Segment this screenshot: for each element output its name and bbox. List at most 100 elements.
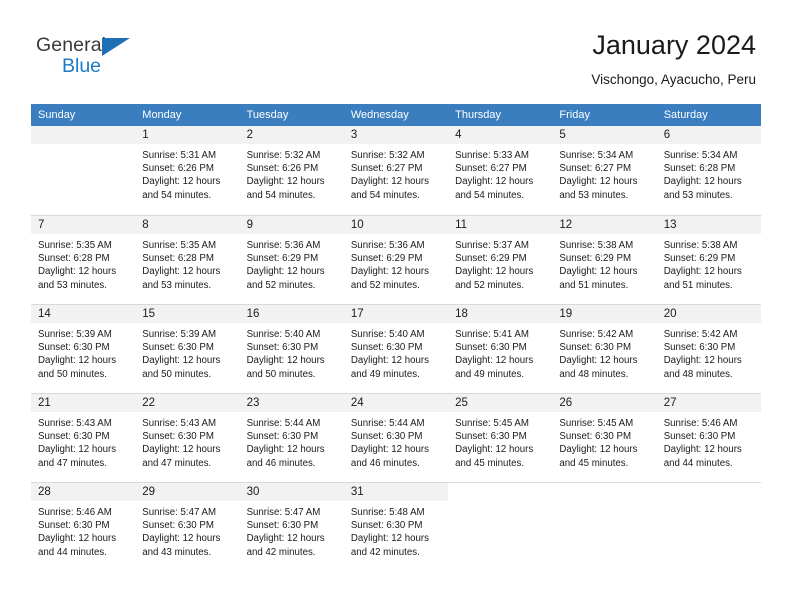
daylight-text-line2: and 42 minutes. (246, 546, 316, 558)
day-details: Sunrise: 5:47 AM Sunset: 6:30 PM Daylight:… (135, 501, 239, 559)
sunrise-text: Sunrise: 5:45 AM (455, 418, 529, 429)
day-number: 13 (656, 216, 761, 234)
sunset-text: Sunset: 6:30 PM (246, 342, 319, 354)
calendar-day-cell[interactable]: 5 Sunrise: 5:34 AM Sunset: 6:27 PM Daylight… (552, 126, 657, 215)
sunrise-text: Sunrise: 5:46 AM (38, 507, 112, 518)
day-details: Sunrise: 5:41 AM Sunset: 6:30 PM Daylight:… (448, 323, 552, 381)
day-number: 3 (343, 126, 449, 144)
daylight-text-line2: and 48 minutes. (663, 368, 733, 380)
day-number (657, 483, 761, 501)
daylight-text-line2: and 46 minutes. (350, 457, 420, 469)
sunset-text: Sunset: 6:28 PM (142, 253, 214, 265)
daylight-text-line1: Daylight: 12 hours (246, 355, 325, 367)
calendar-day-cell[interactable]: 29 Sunrise: 5:47 AM Sunset: 6:30 PM Dayligh… (135, 483, 240, 571)
daylight-text-line1: Daylight: 12 hours (455, 176, 534, 188)
day-details: Sunrise: 5:31 AM Sunset: 6:26 PM Daylight:… (135, 144, 239, 202)
daylight-text-line1: Daylight: 12 hours (350, 176, 429, 188)
day-details: Sunrise: 5:42 AM Sunset: 6:30 PM Daylight:… (552, 323, 656, 381)
day-details: Sunrise: 5:45 AM Sunset: 6:30 PM Daylight:… (448, 412, 552, 470)
sunrise-text: Sunrise: 5:48 AM (350, 507, 425, 518)
sunrise-text: Sunrise: 5:38 AM (663, 240, 738, 251)
sunrise-text: Sunrise: 5:39 AM (142, 329, 217, 340)
calendar-day-cell[interactable]: 9 Sunrise: 5:36 AM Sunset: 6:29 PM Daylight… (239, 216, 344, 304)
sunrise-text: Sunrise: 5:33 AM (455, 150, 529, 161)
calendar-day-cell[interactable]: 26 Sunrise: 5:45 AM Sunset: 6:30 PM Dayligh… (552, 394, 657, 482)
daylight-text-line1: Daylight: 12 hours (38, 266, 117, 278)
sunrise-text: Sunrise: 5:47 AM (142, 507, 217, 518)
calendar-day-cell[interactable]: 13 Sunrise: 5:38 AM Sunset: 6:29 PM Dayligh… (656, 216, 761, 304)
day-details: Sunrise: 5:44 AM Sunset: 6:30 PM Daylight:… (240, 412, 344, 470)
daylight-text-line1: Daylight: 12 hours (38, 533, 117, 545)
page-header: General Blue January 2024 Vischongo, Aya… (0, 0, 792, 100)
sunrise-text: Sunrise: 5:32 AM (246, 150, 321, 161)
day-number: 16 (239, 305, 344, 323)
calendar-week-row: 14 Sunrise: 5:39 AM Sunset: 6:30 PM Dayligh… (31, 304, 761, 393)
daylight-text-line1: Daylight: 12 hours (350, 533, 429, 545)
daylight-text-line1: Daylight: 12 hours (455, 355, 534, 367)
sunset-text: Sunset: 6:29 PM (559, 253, 632, 265)
daylight-text-line1: Daylight: 12 hours (246, 266, 325, 278)
calendar-day-cell[interactable]: 8 Sunrise: 5:35 AM Sunset: 6:28 PM Daylight… (135, 216, 240, 304)
calendar-day-cell[interactable]: 2 Sunrise: 5:32 AM Sunset: 6:26 PM Daylight… (239, 126, 344, 215)
sunrise-text: Sunrise: 5:43 AM (38, 418, 112, 429)
sunset-text: Sunset: 6:30 PM (350, 520, 423, 532)
calendar-day-cell[interactable]: 11 Sunrise: 5:37 AM Sunset: 6:29 PM Dayligh… (448, 216, 553, 304)
sunrise-text: Sunrise: 5:47 AM (246, 507, 321, 518)
page-subtitle-location: Vischongo, Ayacucho, Peru (591, 72, 756, 87)
daylight-text-line1: Daylight: 12 hours (246, 444, 325, 456)
calendar-day-cell[interactable]: 14 Sunrise: 5:39 AM Sunset: 6:30 PM Dayligh… (31, 305, 136, 393)
calendar-day-cell[interactable]: 3 Sunrise: 5:32 AM Sunset: 6:27 PM Daylight… (343, 126, 449, 215)
calendar-day-cell[interactable]: 18 Sunrise: 5:41 AM Sunset: 6:30 PM Dayligh… (448, 305, 553, 393)
day-number (552, 483, 656, 501)
calendar-day-cell[interactable]: 17 Sunrise: 5:40 AM Sunset: 6:30 PM Dayligh… (343, 305, 449, 393)
day-number: 12 (552, 216, 657, 234)
sunrise-text: Sunrise: 5:34 AM (559, 150, 634, 161)
calendar-day-cell[interactable]: 28 Sunrise: 5:46 AM Sunset: 6:30 PM Dayligh… (31, 483, 136, 571)
daylight-text-line1: Daylight: 12 hours (663, 266, 742, 278)
daylight-text-line2: and 54 minutes. (455, 189, 525, 201)
sunrise-text: Sunrise: 5:40 AM (350, 329, 425, 340)
calendar-day-cell[interactable]: 6 Sunrise: 5:34 AM Sunset: 6:28 PM Daylight… (656, 126, 761, 215)
sunset-text: Sunset: 6:28 PM (663, 163, 736, 175)
day-number: 18 (448, 305, 553, 323)
sunset-text: Sunset: 6:27 PM (350, 163, 423, 175)
daylight-text-line1: Daylight: 12 hours (663, 444, 742, 456)
calendar-day-cell[interactable]: 20 Sunrise: 5:42 AM Sunset: 6:30 PM Dayligh… (656, 305, 761, 393)
sunrise-text: Sunrise: 5:31 AM (142, 150, 217, 161)
calendar-day-cell[interactable]: 25 Sunrise: 5:45 AM Sunset: 6:30 PM Dayligh… (448, 394, 553, 482)
sunset-text: Sunset: 6:30 PM (142, 520, 214, 532)
calendar-day-cell[interactable]: 23 Sunrise: 5:44 AM Sunset: 6:30 PM Dayligh… (239, 394, 344, 482)
calendar-weeks: 1 Sunrise: 5:31 AM Sunset: 6:26 PM Daylight… (31, 126, 761, 571)
day-number: 7 (31, 216, 136, 234)
calendar-day-cell[interactable]: 16 Sunrise: 5:40 AM Sunset: 6:30 PM Dayligh… (239, 305, 344, 393)
calendar-day-cell[interactable]: 12 Sunrise: 5:38 AM Sunset: 6:29 PM Dayligh… (552, 216, 657, 304)
calendar-day-cell[interactable]: 21 Sunrise: 5:43 AM Sunset: 6:30 PM Dayligh… (31, 394, 136, 482)
weekday-header-friday: Friday (559, 109, 590, 121)
calendar-day-cell[interactable]: 22 Sunrise: 5:43 AM Sunset: 6:30 PM Dayligh… (135, 394, 240, 482)
day-number: 20 (656, 305, 761, 323)
calendar-day-cell[interactable]: 4 Sunrise: 5:33 AM Sunset: 6:27 PM Daylight… (448, 126, 553, 215)
calendar-day-cell[interactable]: 15 Sunrise: 5:39 AM Sunset: 6:30 PM Dayligh… (135, 305, 240, 393)
calendar-day-cell[interactable]: 7 Sunrise: 5:35 AM Sunset: 6:28 PM Daylight… (31, 216, 136, 304)
sunset-text: Sunset: 6:30 PM (350, 431, 423, 443)
sunset-text: Sunset: 6:30 PM (455, 431, 527, 443)
calendar-day-cell[interactable]: 31 Sunrise: 5:48 AM Sunset: 6:30 PM Dayligh… (343, 483, 449, 571)
sunrise-text: Sunrise: 5:32 AM (350, 150, 425, 161)
calendar-day-cell[interactable]: 24 Sunrise: 5:44 AM Sunset: 6:30 PM Dayligh… (343, 394, 449, 482)
calendar-day-cell[interactable]: 27 Sunrise: 5:46 AM Sunset: 6:30 PM Dayligh… (656, 394, 761, 482)
calendar-day-cell[interactable]: 10 Sunrise: 5:36 AM Sunset: 6:29 PM Dayligh… (343, 216, 449, 304)
day-number: 31 (343, 483, 449, 501)
daylight-text-line1: Daylight: 12 hours (455, 444, 534, 456)
weekday-header-row: Sunday Monday Tuesday Wednesday Thursday Frid… (31, 104, 761, 126)
day-number: 5 (552, 126, 657, 144)
daylight-text-line2: and 53 minutes. (38, 279, 107, 291)
calendar-day-cell[interactable]: 1 Sunrise: 5:31 AM Sunset: 6:26 PM Daylight… (135, 126, 240, 215)
calendar-day-cell[interactable]: 30 Sunrise: 5:47 AM Sunset: 6:30 PM Dayligh… (239, 483, 344, 571)
daylight-text-line1: Daylight: 12 hours (350, 444, 429, 456)
day-number: 28 (31, 483, 136, 501)
day-number: 23 (239, 394, 344, 412)
weekday-header-saturday: Saturday (663, 109, 708, 121)
sunset-text: Sunset: 6:29 PM (350, 253, 423, 265)
daylight-text-line1: Daylight: 12 hours (246, 176, 325, 188)
calendar-day-cell[interactable]: 19 Sunrise: 5:42 AM Sunset: 6:30 PM Dayligh… (552, 305, 657, 393)
